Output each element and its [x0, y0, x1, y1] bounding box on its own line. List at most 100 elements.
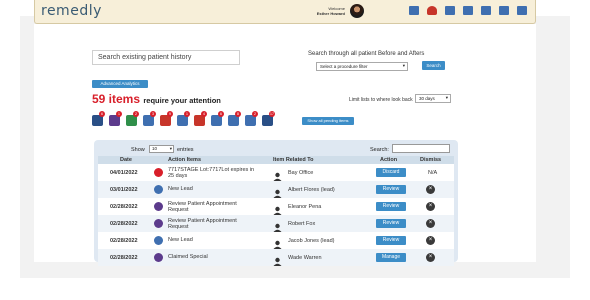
- row-date: 02/28/2022: [110, 255, 138, 261]
- attention-heading: 59 items require your attention: [92, 92, 221, 106]
- special-icon: [154, 253, 163, 262]
- column-related-to[interactable]: Item Related To: [273, 157, 314, 163]
- column-dismiss[interactable]: Dismiss: [420, 157, 441, 163]
- limit-days-value: 30 days: [419, 96, 435, 101]
- row-action-button[interactable]: Discard: [376, 168, 406, 177]
- scale-icon[interactable]: [517, 6, 527, 15]
- row-related-to[interactable]: Eleanor Pena: [288, 204, 321, 210]
- lead-icon: [154, 236, 163, 245]
- row-action-item: Claimed Special: [168, 254, 208, 260]
- office-icon: [273, 168, 282, 181]
- procedure-filter-select[interactable]: Select a procedure filter ▾: [316, 62, 408, 71]
- row-related-to[interactable]: Robert Fox: [288, 221, 315, 227]
- row-action-button[interactable]: Review: [376, 236, 406, 245]
- show-all-pending-button[interactable]: Show all pending items: [302, 117, 354, 125]
- dismiss-icon[interactable]: ×: [426, 219, 435, 228]
- table-row: 04/01/2022 7717STAGE Lot:7717Lot expires …: [98, 164, 454, 181]
- row-date: 02/28/2022: [110, 238, 138, 244]
- count-badge: 3: [150, 111, 156, 117]
- table-row: 03/01/2022 New Lead Albert Flores (lead) Re…: [98, 181, 454, 198]
- chevron-down-icon: ▾: [402, 63, 405, 68]
- dismiss-icon[interactable]: ×: [426, 253, 435, 262]
- table-row: 02/28/2022 Review Patient Appointment Req…: [98, 198, 454, 215]
- lead-icon: [154, 185, 163, 194]
- mail-icon[interactable]: [409, 6, 419, 15]
- count-badge: 17: [269, 111, 275, 117]
- clipboard-icon[interactable]: [481, 6, 491, 15]
- table-search-label: Search:: [370, 147, 389, 153]
- user-name: Esther Howard: [316, 11, 345, 16]
- limit-label: Limit lists to where look back: [349, 97, 413, 103]
- entries-value: 10: [152, 146, 158, 151]
- row-action-item: Review Patient Appointment Request: [168, 201, 237, 213]
- calendar-icon[interactable]: [445, 6, 455, 15]
- table-header: Date Action Items Item Related To Action…: [98, 156, 454, 164]
- attention-count: 59 items: [92, 92, 141, 106]
- column-date[interactable]: Date: [120, 157, 132, 163]
- count-badge: 1: [184, 111, 190, 117]
- app-logo[interactable]: remedly: [41, 3, 102, 19]
- row-related-to[interactable]: Wade Warren: [288, 255, 322, 261]
- before-after-label: Search through all patient Before and Af…: [308, 51, 425, 57]
- row-date: 03/01/2022: [110, 187, 138, 193]
- row-action-item: New Lead: [168, 237, 193, 243]
- row-action-button[interactable]: Review: [376, 219, 406, 228]
- appointment-icon: [154, 219, 163, 228]
- entries-select[interactable]: 10 ▾: [149, 145, 174, 153]
- person-icon: [273, 219, 282, 232]
- entries-label: entries: [177, 147, 194, 153]
- list-icon[interactable]: [499, 6, 509, 15]
- column-action[interactable]: Action: [380, 157, 397, 163]
- count-badge: 9: [167, 111, 173, 117]
- row-related-to[interactable]: Albert Flores (lead): [288, 187, 335, 193]
- app-header: remedly Welcome Esther Howard: [34, 0, 536, 24]
- chevron-down-icon: ▾: [169, 146, 172, 151]
- count-badge: 1: [116, 111, 122, 117]
- row-action-button[interactable]: Review: [376, 202, 406, 211]
- row-action-item: New Lead: [168, 186, 193, 192]
- dismiss-icon[interactable]: ×: [426, 236, 435, 245]
- table-search-input[interactable]: [392, 144, 450, 153]
- chevron-down-icon: ▾: [445, 95, 448, 100]
- count-badge: 8: [235, 111, 241, 117]
- row-date: 02/28/2022: [110, 221, 138, 227]
- table-row: 02/28/2022 Claimed Special Wade Warren Mana…: [98, 249, 454, 266]
- search-button[interactable]: Search: [422, 61, 445, 70]
- count-badge: 2: [252, 111, 258, 117]
- dismiss-icon[interactable]: ×: [426, 202, 435, 211]
- main-panel: Search existing patient history Search t…: [34, 24, 536, 266]
- dismiss-icon[interactable]: ×: [426, 185, 435, 194]
- show-label: Show: [131, 147, 145, 153]
- table-row: 02/28/2022 New Lead Jacob Jones (lead) Revi…: [98, 232, 454, 249]
- patient-history-search-input[interactable]: Search existing patient history: [92, 50, 240, 65]
- avatar[interactable]: [350, 4, 364, 18]
- row-related-to[interactable]: Jacob Jones (lead): [288, 238, 334, 244]
- count-badge: 4: [201, 111, 207, 117]
- advanced-analytics-button[interactable]: Advanced Analytics: [92, 80, 148, 88]
- row-action-button[interactable]: Review: [376, 185, 406, 194]
- row-action-item: 7717STAGE Lot:7717Lot expires in 25 days: [168, 167, 255, 179]
- welcome-block: Welcome Esther Howard: [297, 6, 345, 16]
- count-badge: 6: [218, 111, 224, 117]
- bell-icon[interactable]: [427, 6, 437, 15]
- grid-icon[interactable]: [463, 6, 473, 15]
- row-action-item: Review Patient Appointment Request: [168, 218, 237, 230]
- row-action-button[interactable]: Manage: [376, 253, 406, 262]
- procedure-filter-value: Select a procedure filter: [320, 64, 368, 69]
- person-icon: [273, 253, 282, 266]
- person-icon: [273, 236, 282, 249]
- person-icon: [273, 185, 282, 198]
- row-related-to[interactable]: Bay Office: [288, 170, 313, 176]
- count-badge: 6: [99, 111, 105, 117]
- person-icon: [273, 202, 282, 215]
- column-action-items[interactable]: Action Items: [168, 157, 201, 163]
- row-dismiss-na: N/A: [428, 170, 438, 176]
- attention-subtitle: require your attention: [143, 96, 221, 105]
- expiry-icon: [154, 168, 163, 177]
- appointment-icon: [154, 202, 163, 211]
- count-badge: 2: [133, 111, 139, 117]
- limit-days-select[interactable]: 30 days ▾: [415, 94, 451, 103]
- row-date: 04/01/2022: [110, 170, 138, 176]
- table-row: 02/28/2022 Review Patient Appointment Req…: [98, 215, 454, 232]
- row-date: 02/28/2022: [110, 204, 138, 210]
